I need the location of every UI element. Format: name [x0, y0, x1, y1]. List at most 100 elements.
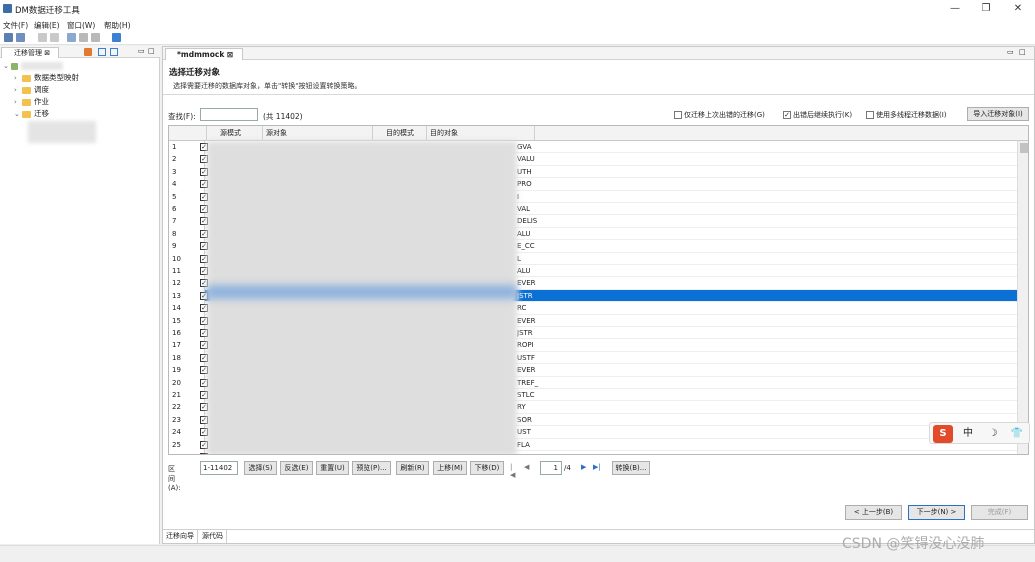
minimize-view-icon[interactable]: ▭	[138, 47, 145, 55]
target-object-cell: RC	[517, 304, 527, 313]
window-title: DM数据迁移工具	[15, 6, 80, 16]
tree-item-label: 调度	[34, 85, 49, 94]
skin-icon[interactable]: 👕	[1007, 425, 1027, 443]
target-object-cell: STLC	[517, 391, 535, 399]
sogou-logo-icon[interactable]: S	[933, 425, 953, 443]
moon-icon[interactable]: ☽	[983, 425, 1003, 443]
tree-item-migration[interactable]: ⌄ 迁移	[14, 108, 49, 120]
tree-root-label	[21, 62, 63, 70]
page-input[interactable]: 1	[540, 461, 562, 475]
copy-icon[interactable]	[50, 33, 59, 42]
chevron-down-icon[interactable]: ⌄	[14, 108, 22, 120]
home-icon[interactable]	[112, 33, 121, 42]
move-down-button[interactable]: 下移(D)	[470, 461, 504, 475]
convert-button[interactable]: 转换(B)...	[612, 461, 650, 475]
save-all-icon[interactable]	[16, 33, 25, 42]
link-icon[interactable]	[67, 33, 76, 42]
header-target-schema[interactable]: 目的模式	[373, 126, 427, 141]
move-up-button[interactable]: 上移(M)	[433, 461, 467, 475]
option-multithread[interactable]: 使用多线程迁移数据(I)	[866, 110, 947, 120]
target-object-cell: E_CC	[517, 242, 535, 251]
tree-root[interactable]: ⌄	[3, 60, 63, 72]
previous-button[interactable]: < 上一步(B)	[845, 505, 902, 520]
table-scrollbar[interactable]	[1017, 141, 1028, 454]
range-input[interactable]: 1-11402	[200, 461, 238, 475]
invert-selection-button[interactable]: 反选(E)	[280, 461, 313, 475]
checkbox-unchecked[interactable]	[866, 111, 874, 119]
option-label: 仅迁移上次出错的迁移(G)	[684, 111, 765, 119]
close-button[interactable]: ✕	[1008, 2, 1028, 16]
option-label: 使用多线程迁移数据(I)	[876, 111, 947, 119]
target-object-cell: L	[517, 254, 521, 263]
tree-item-type-mapping[interactable]: › 数据类型映射	[14, 72, 79, 84]
last-page-icon[interactable]: ▶|	[593, 463, 601, 471]
maximize-view-icon[interactable]: □	[148, 47, 155, 55]
chinese-mode-icon[interactable]: 中	[958, 425, 978, 443]
total-count: (共 11402)	[263, 112, 303, 121]
tree-item-schedule[interactable]: › 调度	[14, 84, 49, 96]
palette-icon[interactable]	[84, 48, 92, 56]
save-icon[interactable]	[4, 33, 13, 42]
target-object-cell: DELIS	[517, 217, 538, 226]
folder-icon	[22, 98, 31, 106]
left-panel: 迁移管理 ⊠ ▭ □ ⌄ › 数据类型映射 › 调度 › 作业 ⌄ 迁移	[0, 46, 160, 544]
editor: *mdmmock ⊠ ▭ □ 选择迁移对象 选择需要迁移的数据库对象，单击"转换…	[162, 46, 1035, 544]
checkbox-unchecked[interactable]	[674, 111, 682, 119]
search-input[interactable]	[200, 108, 258, 121]
folder-icon	[22, 110, 31, 118]
folder-icon	[22, 86, 31, 94]
folder-icon	[22, 74, 31, 82]
next-button[interactable]: 下一步(N) >	[908, 505, 965, 520]
redacted-tree-items	[28, 121, 96, 143]
option-continue-on-error[interactable]: ✓ 出错后继续执行(K)	[783, 110, 852, 120]
menu-file[interactable]: 文件(F)	[3, 20, 28, 31]
reset-button[interactable]: 重置(U)	[316, 461, 349, 475]
preview-button[interactable]: 预览(P)...	[352, 461, 391, 475]
tree-item-label: 数据类型映射	[34, 73, 79, 82]
menu-bar: 文件(F) 编辑(E) 窗口(W) 帮助(H)	[0, 18, 1035, 31]
header-target-object[interactable]: 目的对象	[427, 126, 535, 141]
finish-button[interactable]: 完成(F)	[971, 505, 1028, 520]
import-objects-button[interactable]: 导入迁移对象(I)	[967, 107, 1029, 121]
select-button[interactable]: 选择(S)	[244, 461, 277, 475]
target-object-cell: EVER	[517, 316, 536, 325]
target-object-cell: ROPI	[517, 341, 534, 350]
target-object-cell: ALU	[517, 267, 531, 275]
export-icon[interactable]	[110, 48, 118, 56]
tab-migration-wizard[interactable]: 迁移向导	[163, 530, 198, 543]
target-object-cell: I	[517, 192, 520, 201]
header-source-schema[interactable]: 源模式	[207, 126, 263, 141]
next-page-icon[interactable]: ▶	[581, 463, 586, 471]
tab-migration-management[interactable]: 迁移管理 ⊠	[1, 47, 59, 58]
prev-page-icon[interactable]: ◀	[524, 463, 529, 471]
minimize-editor-icon[interactable]: ▭	[1007, 48, 1014, 56]
target-object-cell: SOR	[517, 415, 532, 424]
minimize-button[interactable]: —	[945, 2, 965, 16]
maximize-button[interactable]: ❐	[976, 2, 996, 16]
maximize-editor-icon[interactable]: □	[1019, 48, 1026, 56]
first-page-icon[interactable]: |◀	[510, 463, 515, 479]
refresh-button[interactable]: 刷新(R)	[396, 461, 429, 475]
checkbox-checked[interactable]: ✓	[783, 111, 791, 119]
title-bar: DM数据迁移工具 — ❐ ✕	[0, 0, 1035, 18]
properties-icon[interactable]	[79, 33, 88, 42]
option-retry-failed[interactable]: 仅迁移上次出错的迁移(G)	[674, 110, 765, 120]
scrollbar-thumb[interactable]	[1020, 143, 1028, 153]
new-icon[interactable]	[98, 48, 106, 56]
chevron-right-icon[interactable]: ›	[14, 84, 22, 96]
chevron-down-icon[interactable]: ⌄	[3, 60, 11, 72]
tab-source-code[interactable]: 源代码	[199, 530, 227, 543]
chevron-right-icon[interactable]: ›	[14, 72, 22, 84]
header-source-object[interactable]: 源对象	[263, 126, 373, 141]
target-object-cell: PRO	[517, 180, 532, 189]
search-label: 查找(F):	[168, 112, 196, 121]
chevron-right-icon[interactable]: ›	[14, 96, 22, 108]
menu-help[interactable]: 帮助(H)	[104, 20, 131, 31]
menu-edit[interactable]: 编辑(E)	[34, 20, 60, 31]
cut-icon[interactable]	[38, 33, 47, 42]
option-label: 出错后继续执行(K)	[793, 111, 853, 119]
menu-window[interactable]: 窗口(W)	[67, 20, 95, 31]
tab-mdmmock[interactable]: *mdmmock ⊠	[165, 48, 243, 60]
tree-item-job[interactable]: › 作业	[14, 96, 49, 108]
print-icon[interactable]	[91, 33, 100, 42]
